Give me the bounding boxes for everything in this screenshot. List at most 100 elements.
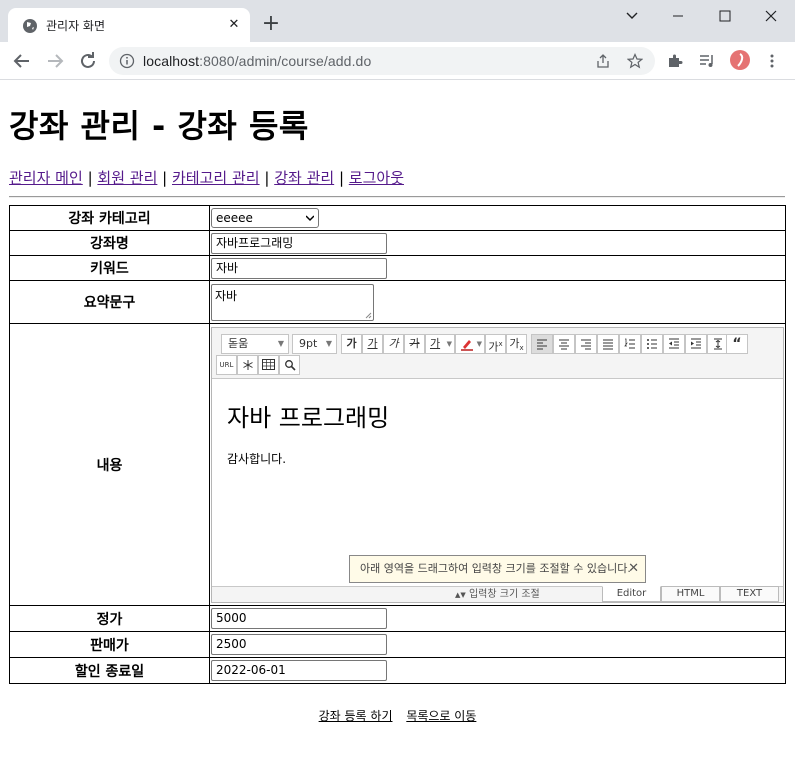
nav-member-management[interactable]: 회원 관리: [97, 169, 157, 187]
keyword-label: 키워드: [9, 255, 210, 281]
form-row-sale-price: 판매가 2500: [9, 631, 786, 658]
form-actions: 강좌 등록 하기 목록으로 이동: [0, 707, 795, 724]
summary-label: 요약문구: [9, 280, 210, 324]
align-right-button[interactable]: [575, 333, 597, 354]
bookmark-star-icon[interactable]: [627, 53, 643, 69]
tooltip-close-icon[interactable]: ✕: [628, 556, 639, 582]
mode-tab-html[interactable]: HTML: [661, 585, 720, 602]
sale-price-input[interactable]: 2500: [211, 634, 387, 655]
align-center-button[interactable]: [553, 333, 575, 354]
divider: [9, 196, 785, 198]
forward-arrow-icon[interactable]: [43, 49, 67, 73]
search-icon: [284, 359, 296, 371]
submit-course-link[interactable]: 강좌 등록 하기: [319, 709, 393, 723]
browser-tab[interactable]: 관리자 화면 ✕: [8, 8, 250, 42]
ordered-list-button[interactable]: [619, 333, 641, 354]
unordered-list-button[interactable]: [641, 333, 663, 354]
course-name-label: 강좌명: [9, 230, 210, 256]
highlight-color-button[interactable]: ▼: [455, 333, 485, 354]
price-input[interactable]: 5000: [211, 608, 387, 629]
nav-separator: |: [162, 169, 168, 187]
align-left-button[interactable]: [531, 333, 553, 354]
course-name-input[interactable]: 자바프로그래밍: [211, 232, 387, 254]
nav-admin-main[interactable]: 관리자 메인: [9, 169, 83, 187]
browser-toolbar: localhost:8080/admin/course/add.do: [0, 42, 795, 80]
font-color-button[interactable]: 가 ▼: [425, 333, 455, 354]
indent-icon: [691, 338, 701, 348]
nav-logout[interactable]: 로그아웃: [349, 169, 404, 187]
highlighter-icon: [461, 339, 473, 351]
editor-statusbar: ▲▼ 입력창 크기 조절 Editor HTML TEXT: [212, 585, 783, 603]
nav-course-management[interactable]: 강좌 관리: [274, 169, 334, 187]
blockquote-button[interactable]: “: [726, 333, 748, 354]
subscript-label: 가: [509, 336, 520, 350]
italic-button[interactable]: 가: [383, 333, 404, 354]
font-family-value: 돋움: [228, 336, 249, 350]
indent-button[interactable]: [685, 333, 707, 354]
strikethrough-button[interactable]: 가: [404, 333, 425, 354]
site-info-icon[interactable]: [119, 53, 135, 69]
underline-button[interactable]: 가: [362, 333, 383, 354]
superscript-button[interactable]: 가x: [485, 333, 506, 354]
mode-tab-text[interactable]: TEXT: [720, 585, 779, 602]
bold-button[interactable]: 가: [341, 333, 362, 354]
editor-content-area[interactable]: 자바 프로그래밍 감사합니다. 아래 영역을 드래그하여 입력창 크기를 조절할…: [212, 379, 783, 586]
menu-kebab-icon[interactable]: [764, 53, 780, 69]
resize-arrows-icon: ▲▼: [455, 590, 466, 599]
font-size-dropdown[interactable]: 9pt ▼: [292, 333, 337, 354]
extensions-icon[interactable]: [667, 53, 683, 69]
nav-category-management[interactable]: 카테고리 관리: [172, 169, 260, 187]
new-tab-icon[interactable]: +: [259, 12, 283, 36]
back-arrow-icon[interactable]: [10, 49, 34, 73]
resize-tooltip-text: 아래 영역을 드래그하여 입력창 크기를 조절할 수 있습니다.: [360, 561, 631, 575]
summary-textarea[interactable]: 자바: [211, 283, 374, 321]
outdent-icon: [669, 338, 679, 348]
subscript-button[interactable]: 가x: [506, 333, 527, 354]
content-label: 내용: [9, 323, 210, 606]
hyperlink-button[interactable]: URL: [216, 354, 237, 375]
form-row-content: 내용 돋움 ▼ 9pt ▼ 가 가 가 가 가 ▼ ▼ 가x 가x “ URL …: [9, 323, 786, 606]
maximize-icon[interactable]: [702, 4, 748, 28]
page-title: 강좌 관리 - 강좌 등록: [9, 107, 309, 145]
chevron-down-icon: ▼: [446, 339, 452, 348]
summary-value: 자바: [215, 288, 238, 303]
category-select[interactable]: eeeee: [211, 208, 319, 228]
share-icon[interactable]: [595, 53, 611, 69]
table-icon: [262, 358, 275, 370]
form-row-sale-end: 할인 종료일 2022-06-01: [9, 657, 786, 684]
ordered-list-icon: [624, 338, 635, 348]
close-window-icon[interactable]: [748, 4, 794, 28]
media-controls-icon[interactable]: [699, 53, 715, 69]
outdent-button[interactable]: [663, 333, 685, 354]
form-row-keyword: 키워드 자바: [9, 255, 786, 281]
keyword-input[interactable]: 자바: [211, 257, 387, 279]
form-row-summary: 요약문구 자바: [9, 280, 786, 324]
align-left-icon: [537, 339, 547, 349]
special-char-button[interactable]: [237, 354, 258, 375]
chevron-down-icon: ▼: [277, 338, 284, 348]
resize-grip-icon[interactable]: [365, 312, 372, 319]
address-bar[interactable]: localhost:8080/admin/course/add.do: [109, 47, 655, 75]
chevron-down-icon: ▼: [325, 338, 332, 348]
table-button[interactable]: [258, 354, 279, 375]
url-path: :8080/admin/course/add.do: [199, 53, 372, 69]
back-to-list-link[interactable]: 목록으로 이동: [406, 709, 476, 723]
tab-close-icon[interactable]: ✕: [226, 17, 242, 33]
mode-tab-editor[interactable]: Editor: [602, 585, 661, 602]
category-label: 강좌 카테고리: [9, 205, 210, 231]
font-family-dropdown[interactable]: 돋움 ▼: [221, 333, 289, 354]
find-button[interactable]: [279, 354, 300, 375]
sale-end-date-input[interactable]: 2022-06-01: [211, 660, 387, 681]
form-row-price: 정가 5000: [9, 605, 786, 632]
superscript-label: 가: [488, 340, 499, 354]
chevron-down-icon: ▼: [476, 339, 482, 348]
tab-search-icon[interactable]: [609, 4, 655, 28]
resize-handle[interactable]: ▲▼ 입력창 크기 조절: [455, 587, 540, 603]
category-selected-value: eeeee: [216, 211, 253, 225]
justify-button[interactable]: [597, 333, 619, 354]
profile-avatar[interactable]: [730, 50, 750, 70]
editor-body-text: 감사합니다.: [227, 451, 287, 466]
reload-icon[interactable]: [76, 49, 100, 73]
minimize-icon[interactable]: [655, 4, 701, 28]
url-text: localhost:8080/admin/course/add.do: [143, 53, 371, 69]
